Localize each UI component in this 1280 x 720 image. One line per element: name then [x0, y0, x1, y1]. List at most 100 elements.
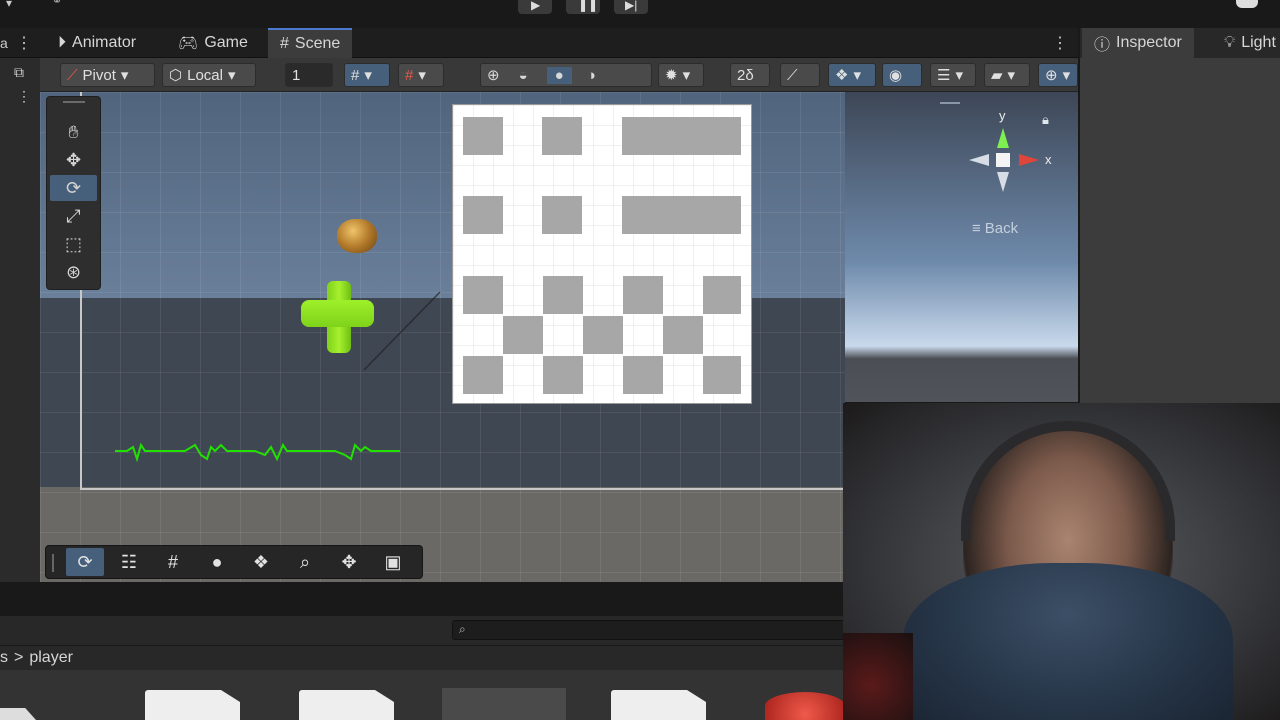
move-tool[interactable]: ✥ — [50, 147, 97, 173]
pause-button[interactable]: ❚❚ — [566, 0, 600, 14]
breadcrumb-separator: > — [14, 649, 24, 666]
lightbulb-icon: 💡︎ — [1224, 34, 1236, 51]
gizmo-x-cone[interactable] — [1019, 154, 1039, 166]
overlay-sphere-button[interactable]: ● — [198, 548, 236, 576]
asset-thumbnail-selected[interactable] — [442, 688, 566, 720]
asset-thumbnail[interactable] — [611, 690, 706, 720]
overlay-toolbar: ⟳ ☷ # ● ❖ ⌕ ✥ ▣ — [45, 545, 423, 579]
eye-icon: ◉ — [889, 67, 903, 84]
tab-animator[interactable]: ⏵ Animator — [46, 28, 148, 58]
rotate-tool[interactable]: ⟳ — [50, 175, 97, 201]
gizmo-y-cone[interactable] — [997, 128, 1009, 148]
tab-scene[interactable]: # Scene — [268, 28, 353, 58]
overlay-grid-button[interactable]: # — [154, 548, 192, 576]
gizmo-left-cone[interactable] — [969, 154, 989, 166]
top-play-bar: ▾ ⚭ ▶ ❚❚ ▶| — [0, 0, 1280, 28]
sprite-block — [463, 276, 503, 314]
asset-thumbnail[interactable] — [145, 690, 240, 720]
tab-inspector[interactable]: ⓘ Inspector — [1082, 28, 1194, 58]
breadcrumb-item[interactable]: s — [0, 649, 8, 667]
drag-handle[interactable] — [52, 554, 54, 572]
more-icon[interactable]: ⋮ — [1052, 33, 1068, 53]
sphere-icon: ● — [211, 551, 223, 572]
breadcrumb: s > player — [0, 646, 845, 670]
play-button[interactable]: ▶ — [518, 0, 552, 14]
gizmo-down-cone[interactable] — [997, 172, 1009, 192]
rect-tool[interactable]: ⬚ — [50, 231, 97, 257]
scale-tool[interactable]: ⤢ — [50, 203, 97, 229]
heartbeat-line[interactable] — [115, 437, 405, 467]
transform-icon: ⊛ — [65, 261, 82, 282]
gizmos-dropdown[interactable]: ⊕ ▾ — [1038, 63, 1078, 87]
animator-icon: ⏵ — [58, 34, 67, 51]
sprite-block — [583, 316, 623, 354]
grid-size-input[interactable]: 1 — [285, 63, 333, 87]
tool-palette: ✋︎ ✥ ⟳ ⤢ ⬚ ⊛ — [46, 96, 101, 290]
sprite-block — [503, 316, 543, 354]
grid-toggle[interactable]: # ▾ — [398, 63, 444, 87]
chevron-down-icon: ▾ — [227, 67, 236, 84]
search-input[interactable]: ⌕ — [452, 620, 845, 640]
sprite-block — [622, 196, 741, 234]
overlay-search-button[interactable]: ⌕ — [286, 548, 324, 576]
maximize-icon[interactable]: ⧉ — [14, 64, 24, 81]
step-button[interactable]: ▶| — [614, 0, 648, 14]
camera-dropdown[interactable]: ▰ ▾ — [984, 63, 1030, 87]
unlit-sphere-icon[interactable]: ◑ — [587, 67, 596, 84]
inspector-tab-bar: ⓘ Inspector 💡︎ Light — [1080, 28, 1280, 58]
background-object — [843, 633, 913, 720]
headphones — [961, 421, 1175, 541]
sprite-block — [463, 356, 503, 394]
rock-sprite[interactable] — [337, 219, 377, 253]
gizmo-center-cube[interactable] — [996, 153, 1010, 167]
overlay-camera-button[interactable]: ▣ — [374, 548, 412, 576]
shaded-sphere-icon[interactable]: ● — [546, 66, 572, 84]
transform-tool[interactable]: ⊛ — [50, 259, 97, 285]
pause-icon: ❚❚ — [578, 0, 599, 12]
overlay-rotate-button[interactable]: ⟳ — [66, 548, 104, 576]
breadcrumb-current[interactable]: player — [29, 649, 73, 667]
effects-dropdown[interactable]: ❖ ▾ — [828, 63, 876, 87]
drag-handle[interactable] — [940, 102, 960, 104]
debug-dropdown[interactable]: ✹ ▾ — [658, 63, 704, 87]
sprite-block — [703, 356, 741, 394]
dropdown-arrow-icon[interactable]: ▾ — [6, 0, 12, 10]
chevron-down-icon: ▾ — [1062, 67, 1071, 84]
layers-dropdown[interactable]: ☰ ▾ — [930, 63, 976, 87]
asset-thumbnail[interactable] — [299, 690, 394, 720]
scene-tab-bar: a ⋮ ⏵ Animator 🎮︎ Game # Scene ⋮ — [0, 28, 1078, 58]
presenter-hoodie — [903, 563, 1233, 720]
overlay-layers-button[interactable]: ❖ — [242, 548, 280, 576]
tab-lighting[interactable]: 💡︎ Light — [1212, 28, 1280, 58]
grid-snap-toggle[interactable]: # ▾ — [344, 63, 390, 87]
more-icon[interactable]: ⋮ — [17, 88, 31, 105]
overlay-move-button[interactable]: ✥ — [330, 548, 368, 576]
grid-snap-icon: # — [351, 66, 360, 84]
more-icon[interactable]: ⋮ — [16, 33, 32, 53]
tab-game[interactable]: 🎮︎ Game — [166, 28, 260, 58]
checker-sprite[interactable] — [452, 104, 752, 404]
view-label[interactable]: ≡ Back — [972, 220, 1018, 237]
drag-handle[interactable] — [63, 101, 85, 103]
line-sprite[interactable] — [360, 290, 442, 374]
overlay-sliders-button[interactable]: ☷ — [110, 548, 148, 576]
sprite-block — [542, 196, 582, 234]
visibility-toggle[interactable]: ◉ — [882, 63, 922, 87]
wireframe-sphere-icon[interactable]: ⊕ — [487, 66, 500, 84]
axis-gizmo[interactable] — [965, 120, 1045, 200]
2d-toggle[interactable]: 2δ — [730, 63, 770, 87]
link-icon[interactable]: ⚭ — [52, 0, 62, 8]
chevron-down-icon: ▾ — [955, 67, 963, 84]
inspector-panel — [1080, 58, 1280, 403]
hand-tool[interactable]: ✋︎ — [50, 119, 97, 145]
lighting-toggle[interactable]: ⟋ — [780, 63, 820, 87]
local-dropdown[interactable]: ⬡ Local ▾ — [162, 63, 256, 87]
globe-icon: ⊕ — [1045, 67, 1058, 84]
rotate-icon: ⟳ — [65, 177, 82, 198]
asset-thumbnail[interactable] — [765, 692, 845, 720]
shaded-wire-icon[interactable]: ◒ — [519, 67, 528, 84]
account-icon[interactable] — [1236, 0, 1258, 8]
search-icon: ⌕ — [299, 551, 311, 572]
sprite-block — [463, 196, 503, 234]
pivot-dropdown[interactable]: ⟋ Pivot ▾ — [60, 63, 155, 87]
